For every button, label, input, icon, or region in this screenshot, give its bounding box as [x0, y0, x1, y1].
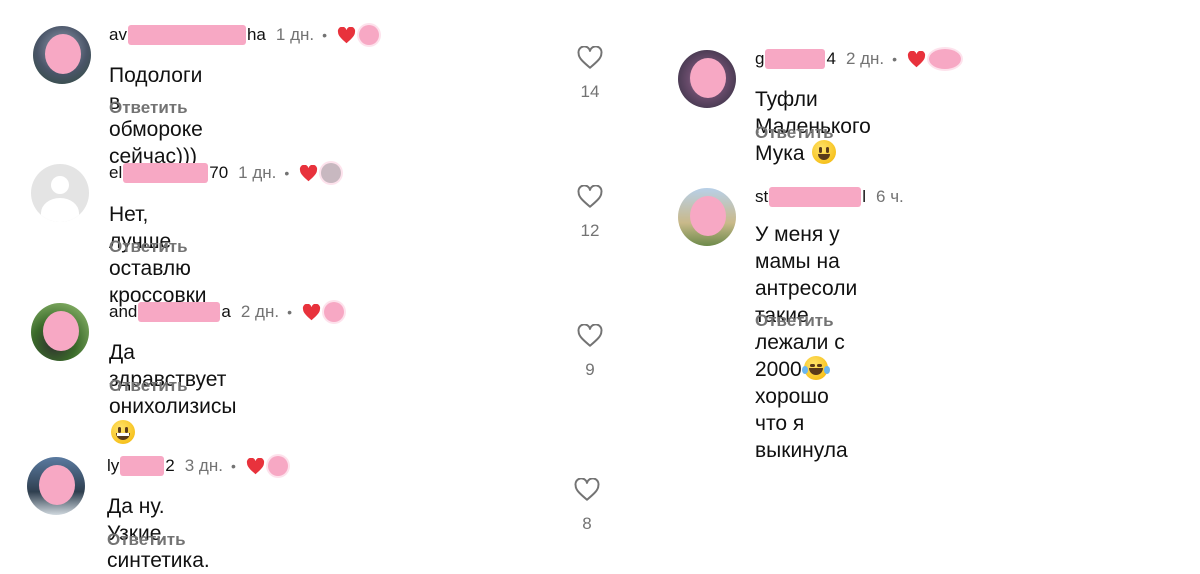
avatar[interactable]: [678, 50, 736, 108]
separator-dot: •: [284, 165, 290, 181]
comment-text-line-2-start: лежали с 2000: [755, 331, 845, 381]
reply-button[interactable]: Ответить: [755, 311, 834, 331]
avatar[interactable]: [31, 164, 89, 222]
username[interactable]: av: [109, 25, 127, 45]
like-column: 9: [570, 324, 610, 380]
author-avatar: [359, 25, 380, 45]
reply-button[interactable]: Ответить: [109, 237, 188, 257]
heart-filled-icon: [246, 457, 264, 474]
timestamp: 1 дн.: [238, 163, 277, 182]
separator-dot: •: [892, 51, 898, 67]
username-end[interactable]: 4: [826, 49, 835, 69]
heart-outline-icon[interactable]: [574, 478, 600, 502]
username-end[interactable]: l: [862, 187, 866, 207]
like-count: 8: [582, 514, 592, 533]
avatar[interactable]: [678, 188, 736, 246]
comment-text: У меня у мамы на антресоли такие лежали …: [755, 221, 857, 464]
avatar[interactable]: [27, 457, 85, 515]
timestamp: 3 дн.: [184, 456, 223, 475]
reply-button[interactable]: Ответить: [109, 376, 188, 396]
author-avatar: [323, 302, 344, 322]
like-count: 12: [580, 221, 600, 240]
author-avatar: [929, 49, 962, 69]
like-column: 12: [570, 185, 610, 241]
grinning-emoji: [111, 420, 135, 444]
reply-button[interactable]: Ответить: [755, 123, 834, 143]
like-count: 14: [580, 82, 600, 101]
timestamp: 6 ч.: [876, 187, 904, 206]
username[interactable]: ly: [107, 456, 119, 476]
author-avatar: [321, 163, 342, 183]
reply-button[interactable]: Ответить: [109, 98, 188, 118]
smiley-emoji: [812, 140, 837, 164]
heart-filled-icon: [337, 26, 356, 43]
username-end[interactable]: ha: [247, 25, 266, 45]
username[interactable]: and: [109, 302, 137, 322]
username[interactable]: el: [109, 163, 122, 183]
heart-outline-icon[interactable]: [577, 46, 603, 70]
heart-filled-icon: [302, 303, 321, 320]
username[interactable]: st: [755, 187, 768, 207]
avatar[interactable]: [33, 26, 91, 84]
username-end[interactable]: a: [221, 302, 230, 322]
like-column: 14: [570, 46, 610, 102]
separator-dot: •: [287, 304, 292, 320]
timestamp: 1 дн.: [275, 25, 315, 44]
like-column: 8: [567, 478, 607, 534]
separator-dot: •: [230, 458, 236, 474]
comment-text-line-3: выкинула: [755, 439, 848, 462]
timestamp: 2 дн.: [845, 49, 885, 68]
tears-of-joy-emoji: [801, 356, 830, 380]
comment-text-line-2-end: хорошо что я: [755, 385, 829, 435]
username-end[interactable]: 70: [209, 163, 228, 183]
author-avatar: [267, 456, 288, 476]
timestamp: 2 дн.: [240, 302, 280, 321]
separator-dot: •: [322, 27, 328, 43]
reply-button[interactable]: Ответить: [107, 530, 186, 550]
like-count: 9: [585, 360, 595, 379]
username[interactable]: g: [755, 49, 764, 69]
avatar[interactable]: [31, 303, 89, 361]
comment-text-line-2: лежали с 2000 хорошо что я: [755, 329, 857, 437]
username-end[interactable]: 2: [165, 456, 174, 476]
heart-outline-icon[interactable]: [577, 324, 603, 348]
heart-outline-icon[interactable]: [577, 185, 603, 209]
heart-filled-icon: [300, 164, 318, 181]
heart-filled-icon: [908, 50, 926, 67]
